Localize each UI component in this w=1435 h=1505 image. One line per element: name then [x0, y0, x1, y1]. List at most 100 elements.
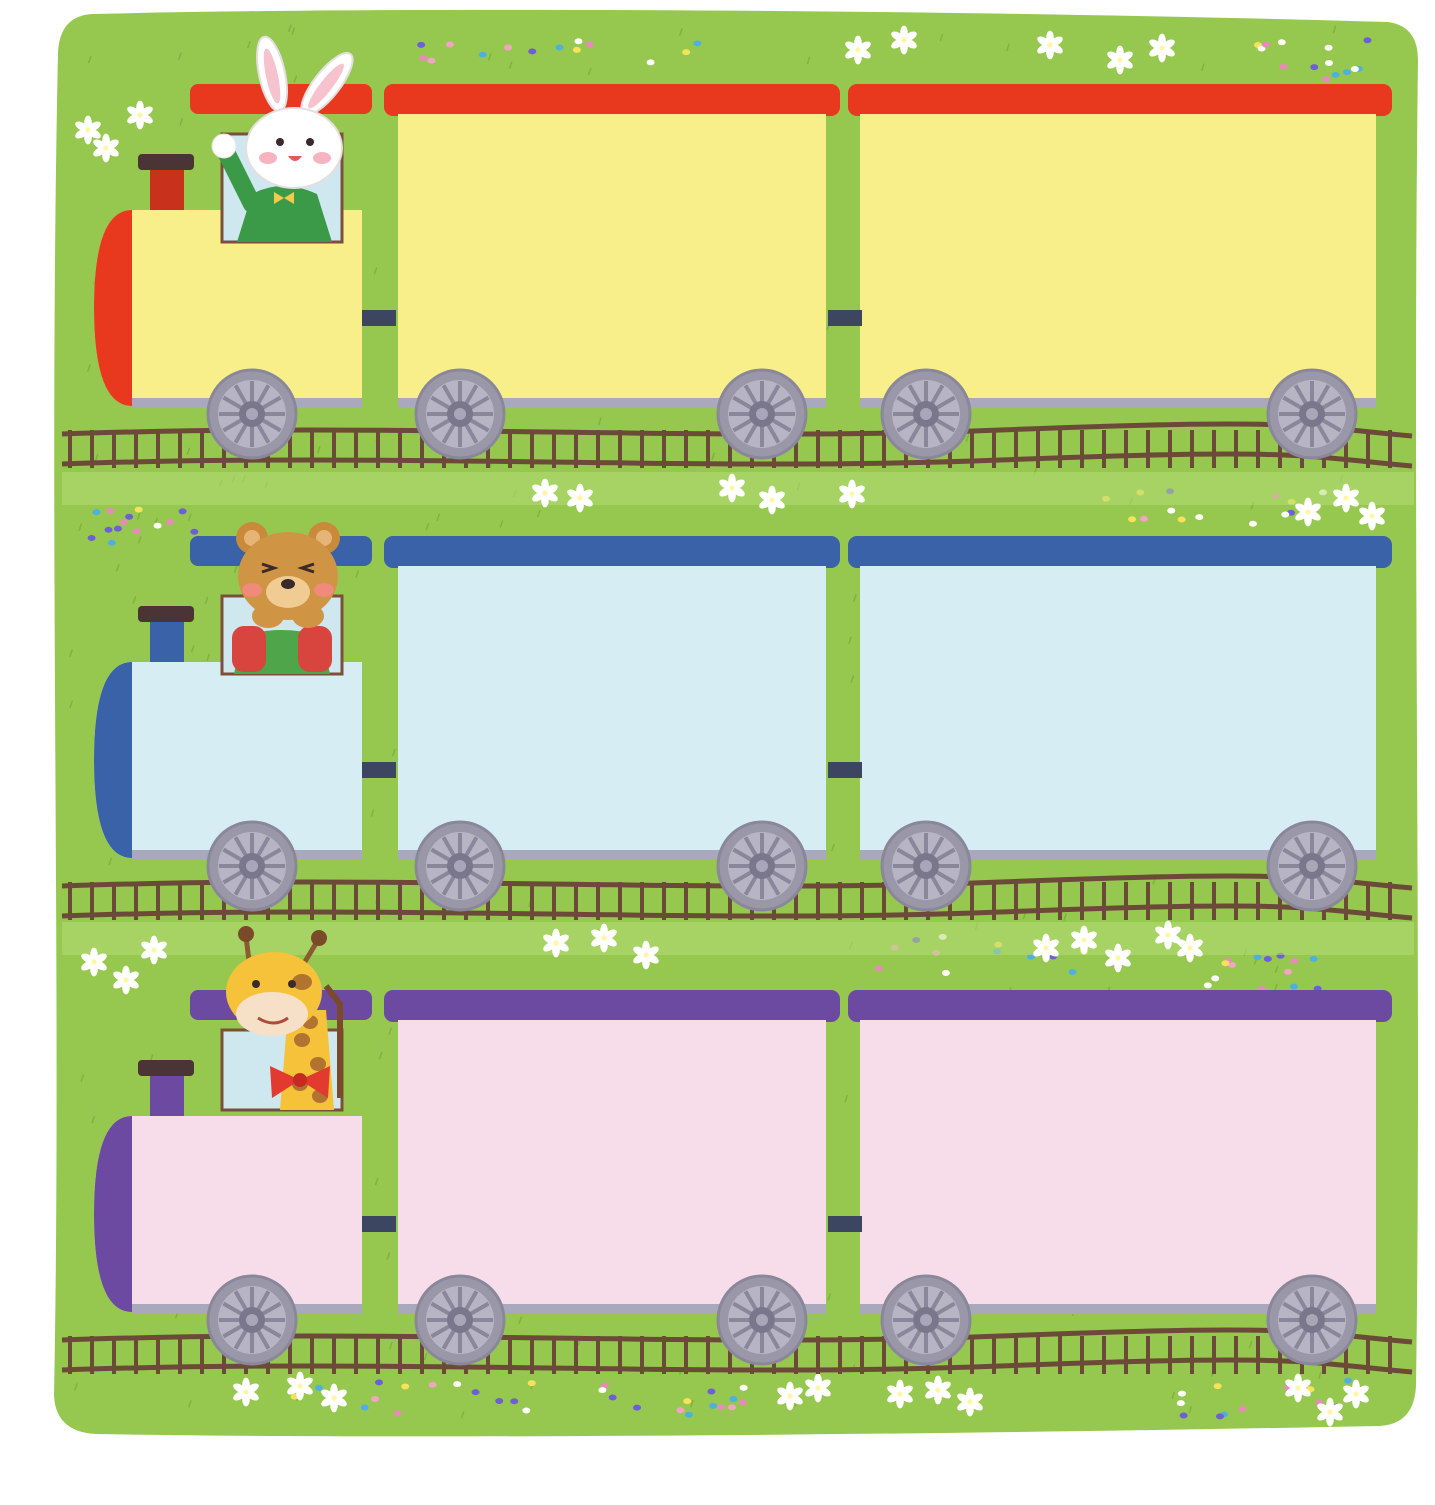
- confetti-dot: [598, 1387, 607, 1394]
- confetti-dot: [153, 522, 162, 529]
- car-roof: [848, 84, 1392, 116]
- car-panel: [398, 1020, 826, 1310]
- confetti-dot: [1281, 511, 1290, 518]
- confetti-dot: [1343, 1377, 1352, 1384]
- confetti-dot: [608, 1394, 617, 1401]
- car-roof: [384, 84, 840, 116]
- confetti-dot: [1324, 44, 1333, 51]
- train-car: [848, 84, 1392, 408]
- coupler: [828, 762, 862, 778]
- confetti-dot: [693, 40, 702, 47]
- confetti-dot: [1221, 960, 1230, 967]
- wheel: [414, 820, 506, 912]
- confetti-dot: [739, 1384, 748, 1391]
- confetti-dot: [1177, 1390, 1186, 1397]
- confetti-dot: [1310, 64, 1319, 71]
- confetti-dot: [1139, 515, 1148, 522]
- wheel: [716, 1274, 808, 1366]
- confetti-dot: [119, 519, 128, 526]
- train-pink: [61, 926, 1413, 1375]
- confetti-dot: [1213, 1383, 1222, 1390]
- confetti-dot: [1195, 514, 1204, 521]
- confetti-dot: [125, 513, 134, 520]
- confetti-dot: [1167, 507, 1176, 514]
- wheel: [206, 820, 298, 912]
- confetti-dot: [1277, 39, 1286, 46]
- wheel: [716, 368, 808, 460]
- confetti-dot: [92, 509, 101, 516]
- confetti-dot: [1342, 69, 1351, 76]
- car-panel: [860, 1020, 1376, 1310]
- confetti-dot: [453, 1381, 462, 1388]
- train-car: [384, 990, 840, 1314]
- confetti-dot: [401, 1383, 410, 1390]
- confetti-dot: [1238, 1405, 1247, 1412]
- confetti-dot: [132, 528, 141, 535]
- wheel: [1266, 368, 1358, 460]
- wheel: [206, 368, 298, 460]
- confetti-dot: [1324, 60, 1333, 67]
- bear-driver: [220, 522, 344, 676]
- confetti-dot: [682, 49, 691, 56]
- confetti-dot: [106, 507, 115, 514]
- wheel: [1266, 820, 1358, 912]
- confetti-dot: [1203, 982, 1212, 989]
- confetti-dot: [527, 1380, 536, 1387]
- car-roof: [848, 990, 1392, 1022]
- confetti-dot: [1262, 41, 1271, 48]
- coupler: [828, 1216, 862, 1232]
- wheel: [880, 820, 972, 912]
- wheel: [880, 1274, 972, 1366]
- confetti-dot: [1331, 71, 1340, 78]
- chimney-cap: [138, 606, 194, 622]
- confetti-dot: [585, 41, 594, 48]
- confetti-dot: [1263, 955, 1272, 962]
- confetti-dot: [728, 1404, 737, 1411]
- confetti-dot: [419, 55, 428, 62]
- confetti-dot: [1283, 968, 1292, 975]
- wheel: [414, 1274, 506, 1366]
- wheel: [880, 368, 972, 460]
- trains-group: [61, 35, 1413, 1375]
- confetti-dot: [676, 1407, 685, 1414]
- confetti-dot: [528, 48, 537, 55]
- confetti-dot: [471, 1389, 480, 1396]
- train-yellow: [61, 35, 1413, 469]
- confetti-dot: [941, 970, 950, 977]
- confetti-dot: [1290, 957, 1299, 964]
- confetti-dot: [522, 1407, 531, 1414]
- confetti-dot: [1128, 516, 1137, 523]
- confetti-dot: [1177, 516, 1186, 523]
- confetti-dot: [1309, 955, 1318, 962]
- confetti-dot: [1279, 63, 1288, 70]
- chimney-cap: [138, 1060, 194, 1076]
- confetti-dot: [1176, 1400, 1185, 1407]
- confetti-dot: [1322, 76, 1331, 83]
- confetti-dot: [684, 1411, 693, 1418]
- confetti-dot: [874, 965, 883, 972]
- car-roof: [384, 990, 840, 1022]
- confetti-dot: [417, 41, 426, 48]
- coupler: [362, 762, 396, 778]
- coupler: [362, 1216, 396, 1232]
- car-panel: [398, 114, 826, 404]
- confetti-dot: [314, 1384, 323, 1391]
- confetti-dot: [374, 1379, 383, 1386]
- confetti-dot: [478, 51, 487, 58]
- train-car: [848, 536, 1392, 860]
- confetti-dot: [104, 526, 113, 533]
- confetti-dot: [1211, 975, 1220, 982]
- train-car: [384, 84, 840, 408]
- car-panel: [398, 566, 826, 856]
- car-roof: [848, 536, 1392, 568]
- confetti-dot: [717, 1404, 726, 1411]
- confetti-dot: [646, 59, 655, 66]
- chimney: [150, 1072, 184, 1118]
- wheel: [716, 820, 808, 912]
- confetti-dot: [574, 38, 583, 45]
- car-panel: [860, 114, 1376, 404]
- confetti-dot: [707, 1388, 716, 1395]
- chimney: [150, 618, 184, 664]
- confetti-dot: [495, 1398, 504, 1405]
- coupler: [362, 310, 396, 326]
